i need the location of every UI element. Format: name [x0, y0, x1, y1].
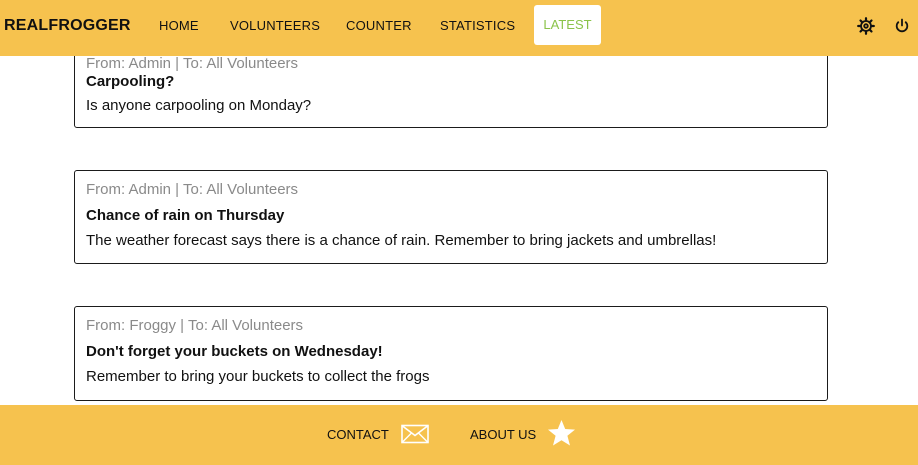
footer-bar: CONTACT ABOUT US [0, 405, 918, 465]
nav-home[interactable]: HOME [159, 18, 199, 33]
message-card[interactable]: From: Froggy | To: All Volunteers Don't … [74, 306, 828, 401]
message-card[interactable]: From: Admin | To: All Volunteers Chance … [74, 170, 828, 264]
message-title: Don't forget your buckets on Wednesday! [86, 343, 383, 360]
nav-latest[interactable]: LATEST [534, 5, 601, 45]
top-navbar: REALFROGGER HOME VOLUNTEERS COUNTER STAT… [0, 0, 918, 56]
message-meta: From: Admin | To: All Volunteers [86, 55, 299, 72]
nav-statistics[interactable]: STATISTICS [440, 18, 515, 33]
message-meta: From: Froggy | To: All Volunteers [86, 317, 304, 334]
star-icon[interactable] [547, 419, 576, 447]
nav-counter[interactable]: COUNTER [346, 18, 412, 33]
app-root: From: Admin | To: All Volunteers Carpool… [0, 0, 918, 465]
message-meta: From: Admin | To: All Volunteers [86, 181, 299, 198]
message-body: Remember to bring your buckets to collec… [86, 368, 430, 385]
message-title: Carpooling? [86, 73, 175, 90]
power-icon[interactable] [892, 16, 912, 36]
about-us-link[interactable]: ABOUT US [470, 427, 536, 442]
brand-logo-text[interactable]: REALFROGGER [4, 17, 131, 35]
message-body: The weather forecast says there is a cha… [86, 232, 717, 249]
contact-link[interactable]: CONTACT [327, 427, 389, 442]
nav-latest-label: LATEST [543, 17, 592, 32]
nav-volunteers[interactable]: VOLUNTEERS [230, 18, 320, 33]
settings-gear-icon[interactable] [856, 16, 876, 36]
message-title: Chance of rain on Thursday [86, 207, 285, 224]
message-card[interactable]: From: Admin | To: All Volunteers Carpool… [74, 44, 828, 128]
message-body: Is anyone carpooling on Monday? [86, 97, 312, 114]
envelope-icon[interactable] [401, 424, 429, 444]
